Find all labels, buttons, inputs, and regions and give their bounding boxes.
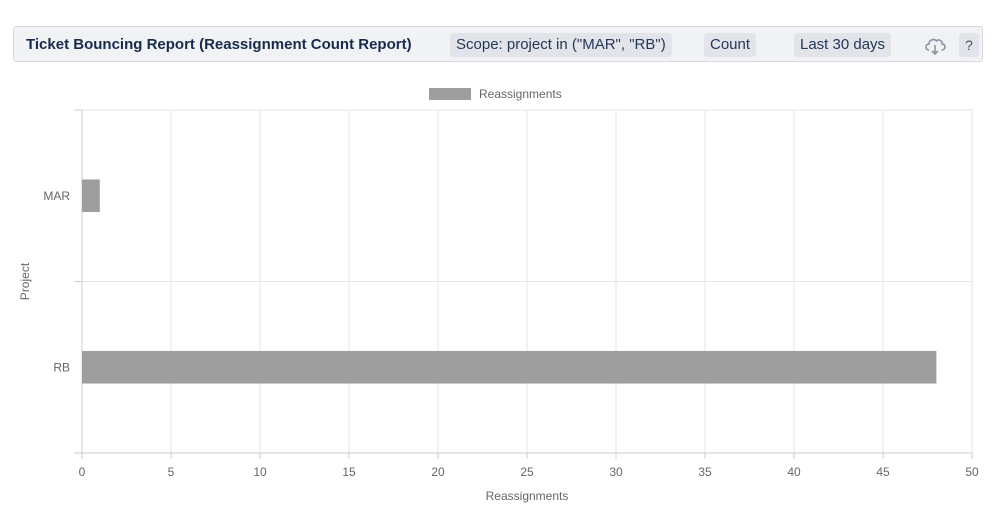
- legend-label: Reassignments: [479, 87, 562, 101]
- y-tick-label: RB: [53, 360, 70, 374]
- scope-filter-button[interactable]: Scope: project in ("MAR", "RB"): [450, 33, 672, 57]
- report-header: Ticket Bouncing Report (Reassignment Cou…: [13, 26, 983, 62]
- bar-mar: [82, 179, 100, 213]
- x-tick-label: 5: [168, 465, 175, 479]
- chart-legend[interactable]: Reassignments: [429, 87, 562, 101]
- x-tick-label: 15: [342, 465, 356, 479]
- x-tick-label: 20: [431, 465, 445, 479]
- report-title: Ticket Bouncing Report (Reassignment Cou…: [26, 36, 412, 53]
- legend-swatch: [429, 88, 471, 100]
- bar-rb: [82, 350, 937, 384]
- chart-ticks: 0 5 10 15 20 25 30 35 40 45 50 MAR RB: [43, 189, 979, 479]
- help-button[interactable]: ?: [959, 33, 979, 57]
- x-tick-label: 35: [698, 465, 712, 479]
- x-tick-label: 25: [520, 465, 534, 479]
- chart-grid: [74, 109, 973, 459]
- x-tick-label: 45: [876, 465, 890, 479]
- x-tick-label: 50: [965, 465, 979, 479]
- x-tick-label: 0: [79, 465, 86, 479]
- y-axis-label: Project: [18, 262, 32, 300]
- cloud-download-icon[interactable]: [922, 33, 948, 57]
- metric-selector-button[interactable]: Count: [704, 33, 757, 57]
- x-tick-label: 30: [609, 465, 623, 479]
- x-tick-label: 10: [253, 465, 267, 479]
- y-tick-label: MAR: [43, 189, 70, 203]
- reassignment-bar-chart: 0 5 10 15 20 25 30 35 40 45 50MARRB Reassignments …: [18, 87, 979, 503]
- period-selector-button[interactable]: Last 30 days: [794, 33, 892, 57]
- x-tick-label: 40: [787, 465, 801, 479]
- x-axis-label: Reassignments: [486, 489, 569, 503]
